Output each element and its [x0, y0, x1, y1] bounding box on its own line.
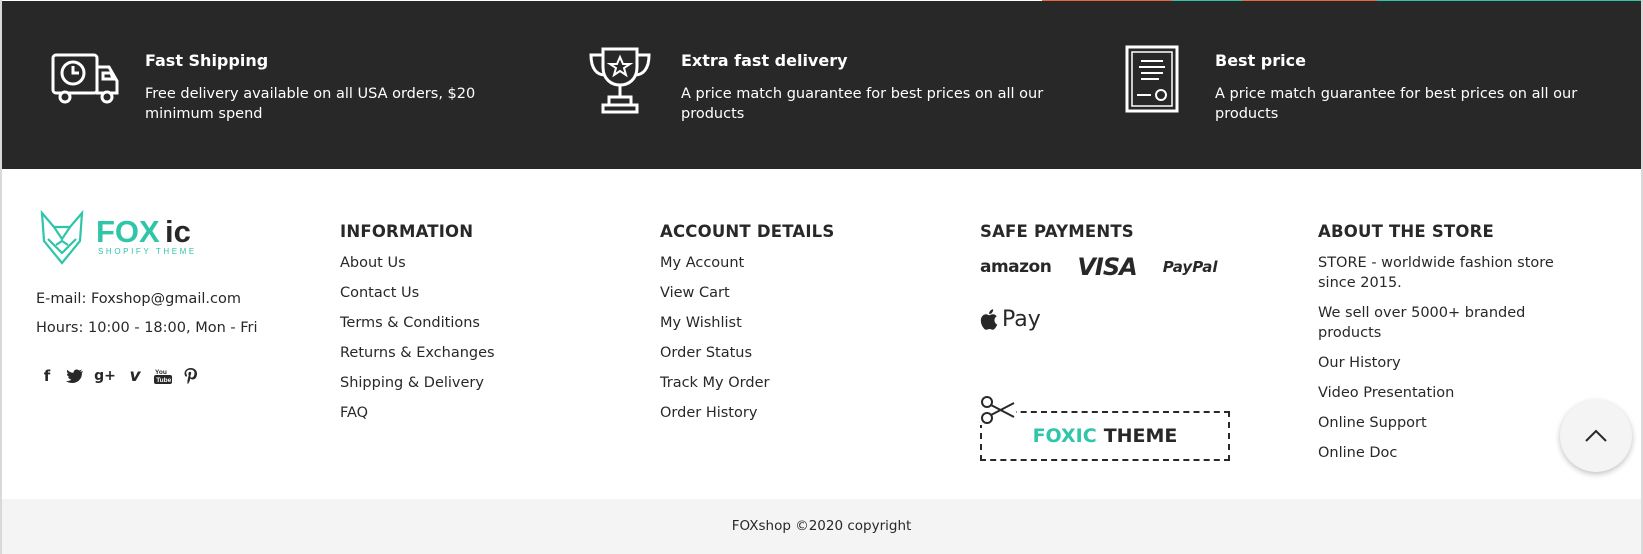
- apple-pay-logo: Pay: [980, 307, 1250, 332]
- feature-description: Free delivery available on all USA order…: [145, 86, 476, 122]
- facebook-icon[interactable]: f: [38, 367, 56, 385]
- social-links: f g+ v You Tube: [38, 367, 200, 385]
- information-link-contact-us[interactable]: Contact Us: [340, 283, 495, 303]
- feature-description: A price match guarantee for best prices …: [681, 86, 1044, 122]
- delivery-truck-icon: [51, 53, 119, 104]
- coupon-box: FOXIC THEME: [980, 411, 1230, 461]
- coupon-text-dark: THEME: [1103, 425, 1178, 447]
- account-link-view-cart[interactable]: View Cart: [660, 283, 834, 303]
- twitter-icon[interactable]: [66, 367, 84, 385]
- apple-pay-text: Pay: [1002, 307, 1041, 332]
- footer-columns: FOX ic SHOPIFY THEME E-mail: Foxshop@gma…: [2, 169, 1641, 499]
- footer-page: Fast Shipping Free delivery available on…: [0, 0, 1643, 554]
- foxic-theme-coupon[interactable]: FOXIC THEME: [980, 395, 1232, 461]
- about-link-video[interactable]: Video Presentation: [1318, 383, 1588, 403]
- feature-title: Extra fast delivery: [681, 51, 848, 70]
- about-text-worldwide: STORE - worldwide fashion store since 20…: [1318, 255, 1554, 291]
- account-link-wishlist[interactable]: My Wishlist: [660, 313, 834, 333]
- paypal-logo: PayPal: [1162, 258, 1218, 276]
- safe-payments-title: SAFE PAYMENTS: [980, 222, 1134, 241]
- about-text-products: We sell over 5000+ branded products: [1318, 305, 1526, 341]
- svg-text:Tube: Tube: [156, 377, 171, 384]
- account-details-title: ACCOUNT DETAILS: [660, 222, 835, 241]
- information-column: INFORMATION About Us Contact Us Terms & …: [340, 169, 495, 433]
- about-link-support[interactable]: Online Support: [1318, 413, 1588, 433]
- safe-payments-column: SAFE PAYMENTS amazon VISA PayPal Pay FOX…: [980, 169, 1250, 499]
- visa-logo: VISA: [1077, 253, 1137, 281]
- logo-brand-tail: ic: [165, 214, 191, 249]
- vimeo-icon[interactable]: v: [126, 367, 144, 385]
- payment-logos: amazon VISA PayPal: [980, 253, 1250, 281]
- back-to-top-button[interactable]: [1560, 400, 1632, 472]
- feature-description: A price match guarantee for best prices …: [1215, 86, 1578, 122]
- certificate-icon: [1125, 45, 1179, 113]
- about-link-history[interactable]: Our History: [1318, 353, 1588, 373]
- account-link-track-order[interactable]: Track My Order: [660, 373, 834, 393]
- about-store-title: ABOUT THE STORE: [1318, 222, 1494, 241]
- information-link-about-us[interactable]: About Us: [340, 253, 495, 273]
- svg-text:You: You: [155, 369, 167, 376]
- copyright-text: FOXshop ©2020 copyright: [731, 518, 912, 534]
- information-link-returns[interactable]: Returns & Exchanges: [340, 343, 495, 363]
- contact-email[interactable]: E-mail: Foxshop@gmail.com: [36, 289, 258, 309]
- information-title: INFORMATION: [340, 222, 474, 241]
- logo-brand-main: FOX: [96, 214, 160, 249]
- information-link-shipping[interactable]: Shipping & Delivery: [340, 373, 495, 393]
- amazon-logo: amazon: [980, 257, 1052, 277]
- feature-title: Fast Shipping: [145, 51, 269, 70]
- scissors-icon: [980, 395, 1016, 425]
- about-link-doc[interactable]: Online Doc: [1318, 443, 1588, 463]
- pinterest-icon[interactable]: [182, 367, 200, 385]
- apple-icon: [980, 309, 998, 330]
- contact-hours: Hours: 10:00 - 18:00, Mon - Fri: [36, 320, 258, 336]
- logo-tagline: SHOPIFY THEME: [98, 247, 197, 256]
- chevron-up-icon: [1585, 429, 1607, 442]
- about-store-column: ABOUT THE STORE STORE - worldwide fashio…: [1318, 169, 1588, 473]
- contact-info: E-mail: Foxshop@gmail.com Hours: 10:00 -…: [36, 289, 258, 347]
- information-link-faq[interactable]: FAQ: [340, 403, 495, 423]
- account-details-column: ACCOUNT DETAILS My Account View Cart My …: [660, 169, 834, 433]
- account-link-order-status[interactable]: Order Status: [660, 343, 834, 363]
- youtube-icon[interactable]: You Tube: [154, 367, 172, 385]
- copyright-bar: FOXshop ©2020 copyright: [2, 499, 1641, 554]
- feature-title: Best price: [1215, 51, 1306, 70]
- account-link-order-history[interactable]: Order History: [660, 403, 834, 423]
- information-link-terms[interactable]: Terms & Conditions: [340, 313, 495, 333]
- foxic-logo[interactable]: FOX ic SHOPIFY THEME: [38, 209, 218, 269]
- account-link-my-account[interactable]: My Account: [660, 253, 834, 273]
- trophy-icon: [589, 47, 651, 114]
- features-band: Fast Shipping Free delivery available on…: [2, 1, 1641, 169]
- google-plus-icon[interactable]: g+: [94, 367, 116, 385]
- coupon-text-green: FOXIC: [1032, 425, 1097, 447]
